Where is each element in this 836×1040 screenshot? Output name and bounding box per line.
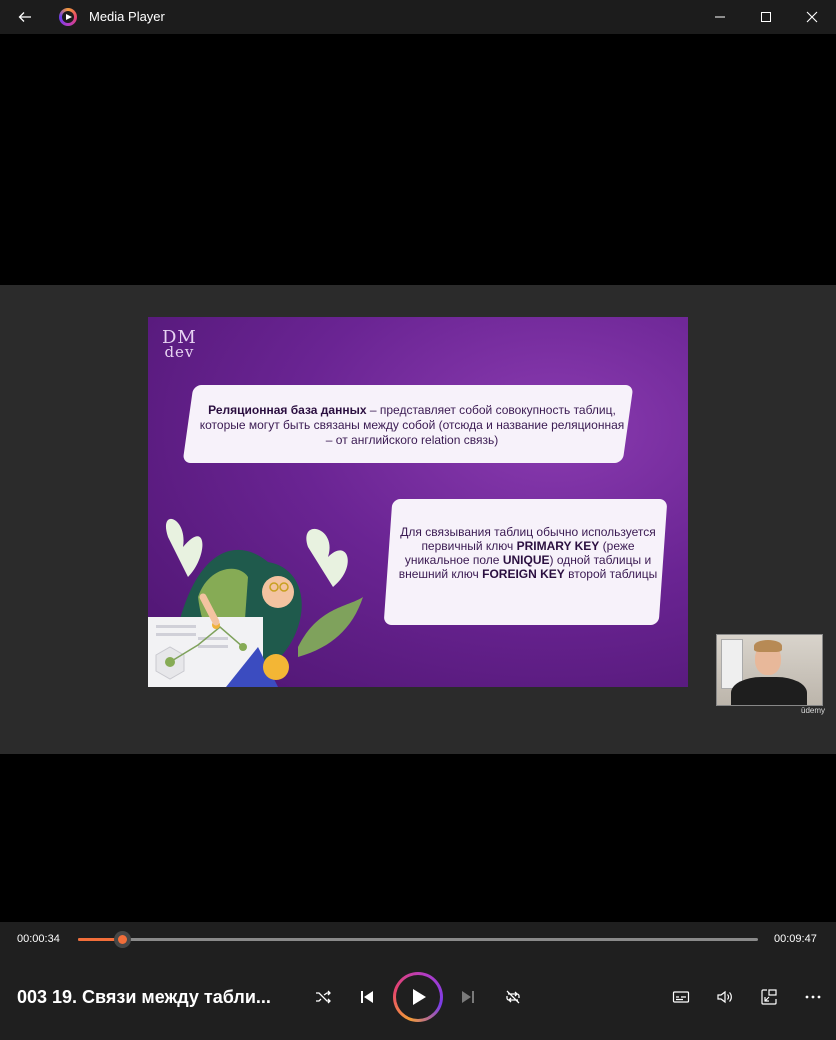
play-icon — [413, 989, 426, 1005]
dm-dev-logo: DM dev — [162, 327, 197, 361]
next-track-icon — [462, 991, 474, 1003]
media-player-icon — [59, 8, 77, 26]
volume-icon — [717, 990, 732, 1004]
minimize-button[interactable] — [697, 0, 743, 34]
udemy-watermark: ūdemy — [801, 706, 826, 715]
play-button[interactable] — [393, 972, 443, 1022]
maximize-icon — [761, 12, 771, 22]
instructor-webcam — [716, 634, 823, 706]
back-arrow-icon — [18, 12, 31, 22]
captions-button[interactable] — [666, 982, 696, 1012]
seek-bar[interactable] — [78, 931, 758, 948]
mini-player-button[interactable] — [754, 982, 784, 1012]
previous-track-icon — [361, 991, 373, 1003]
repeat-button[interactable] — [498, 982, 528, 1012]
woman-illustration — [148, 518, 363, 687]
back-button[interactable] — [10, 4, 40, 30]
keys-text: Для связывания таблиц обычно используетс… — [398, 525, 658, 581]
seek-thumb[interactable] — [114, 931, 132, 948]
close-icon — [806, 11, 818, 23]
next-button[interactable] — [453, 982, 483, 1012]
volume-button[interactable] — [710, 982, 740, 1012]
maximize-button[interactable] — [743, 0, 789, 34]
shuffle-icon — [316, 990, 331, 1004]
more-options-button[interactable] — [798, 982, 828, 1012]
elapsed-time: 00:00:34 — [17, 933, 60, 945]
player-controls: 00:00:34 00:09:47 003 19. Связи между та… — [0, 922, 836, 1040]
total-time: 00:09:47 — [774, 933, 817, 945]
repeat-icon — [506, 990, 520, 1004]
previous-button[interactable] — [352, 982, 382, 1012]
shuffle-button[interactable] — [308, 982, 338, 1012]
window-title: Media Player — [89, 9, 165, 24]
title-bar: Media Player — [0, 0, 836, 34]
now-playing-title[interactable]: 003 19. Связи между табли... — [17, 987, 297, 1008]
more-options-icon — [805, 995, 821, 999]
captions-icon — [672, 991, 690, 1003]
presentation-slide: DM dev Реляционная база данных – предста… — [148, 317, 688, 687]
definition-text: Реляционная база данных – представляет с… — [199, 403, 625, 447]
minimize-icon — [715, 16, 725, 18]
close-button[interactable] — [789, 0, 835, 34]
mini-player-icon — [761, 989, 777, 1005]
